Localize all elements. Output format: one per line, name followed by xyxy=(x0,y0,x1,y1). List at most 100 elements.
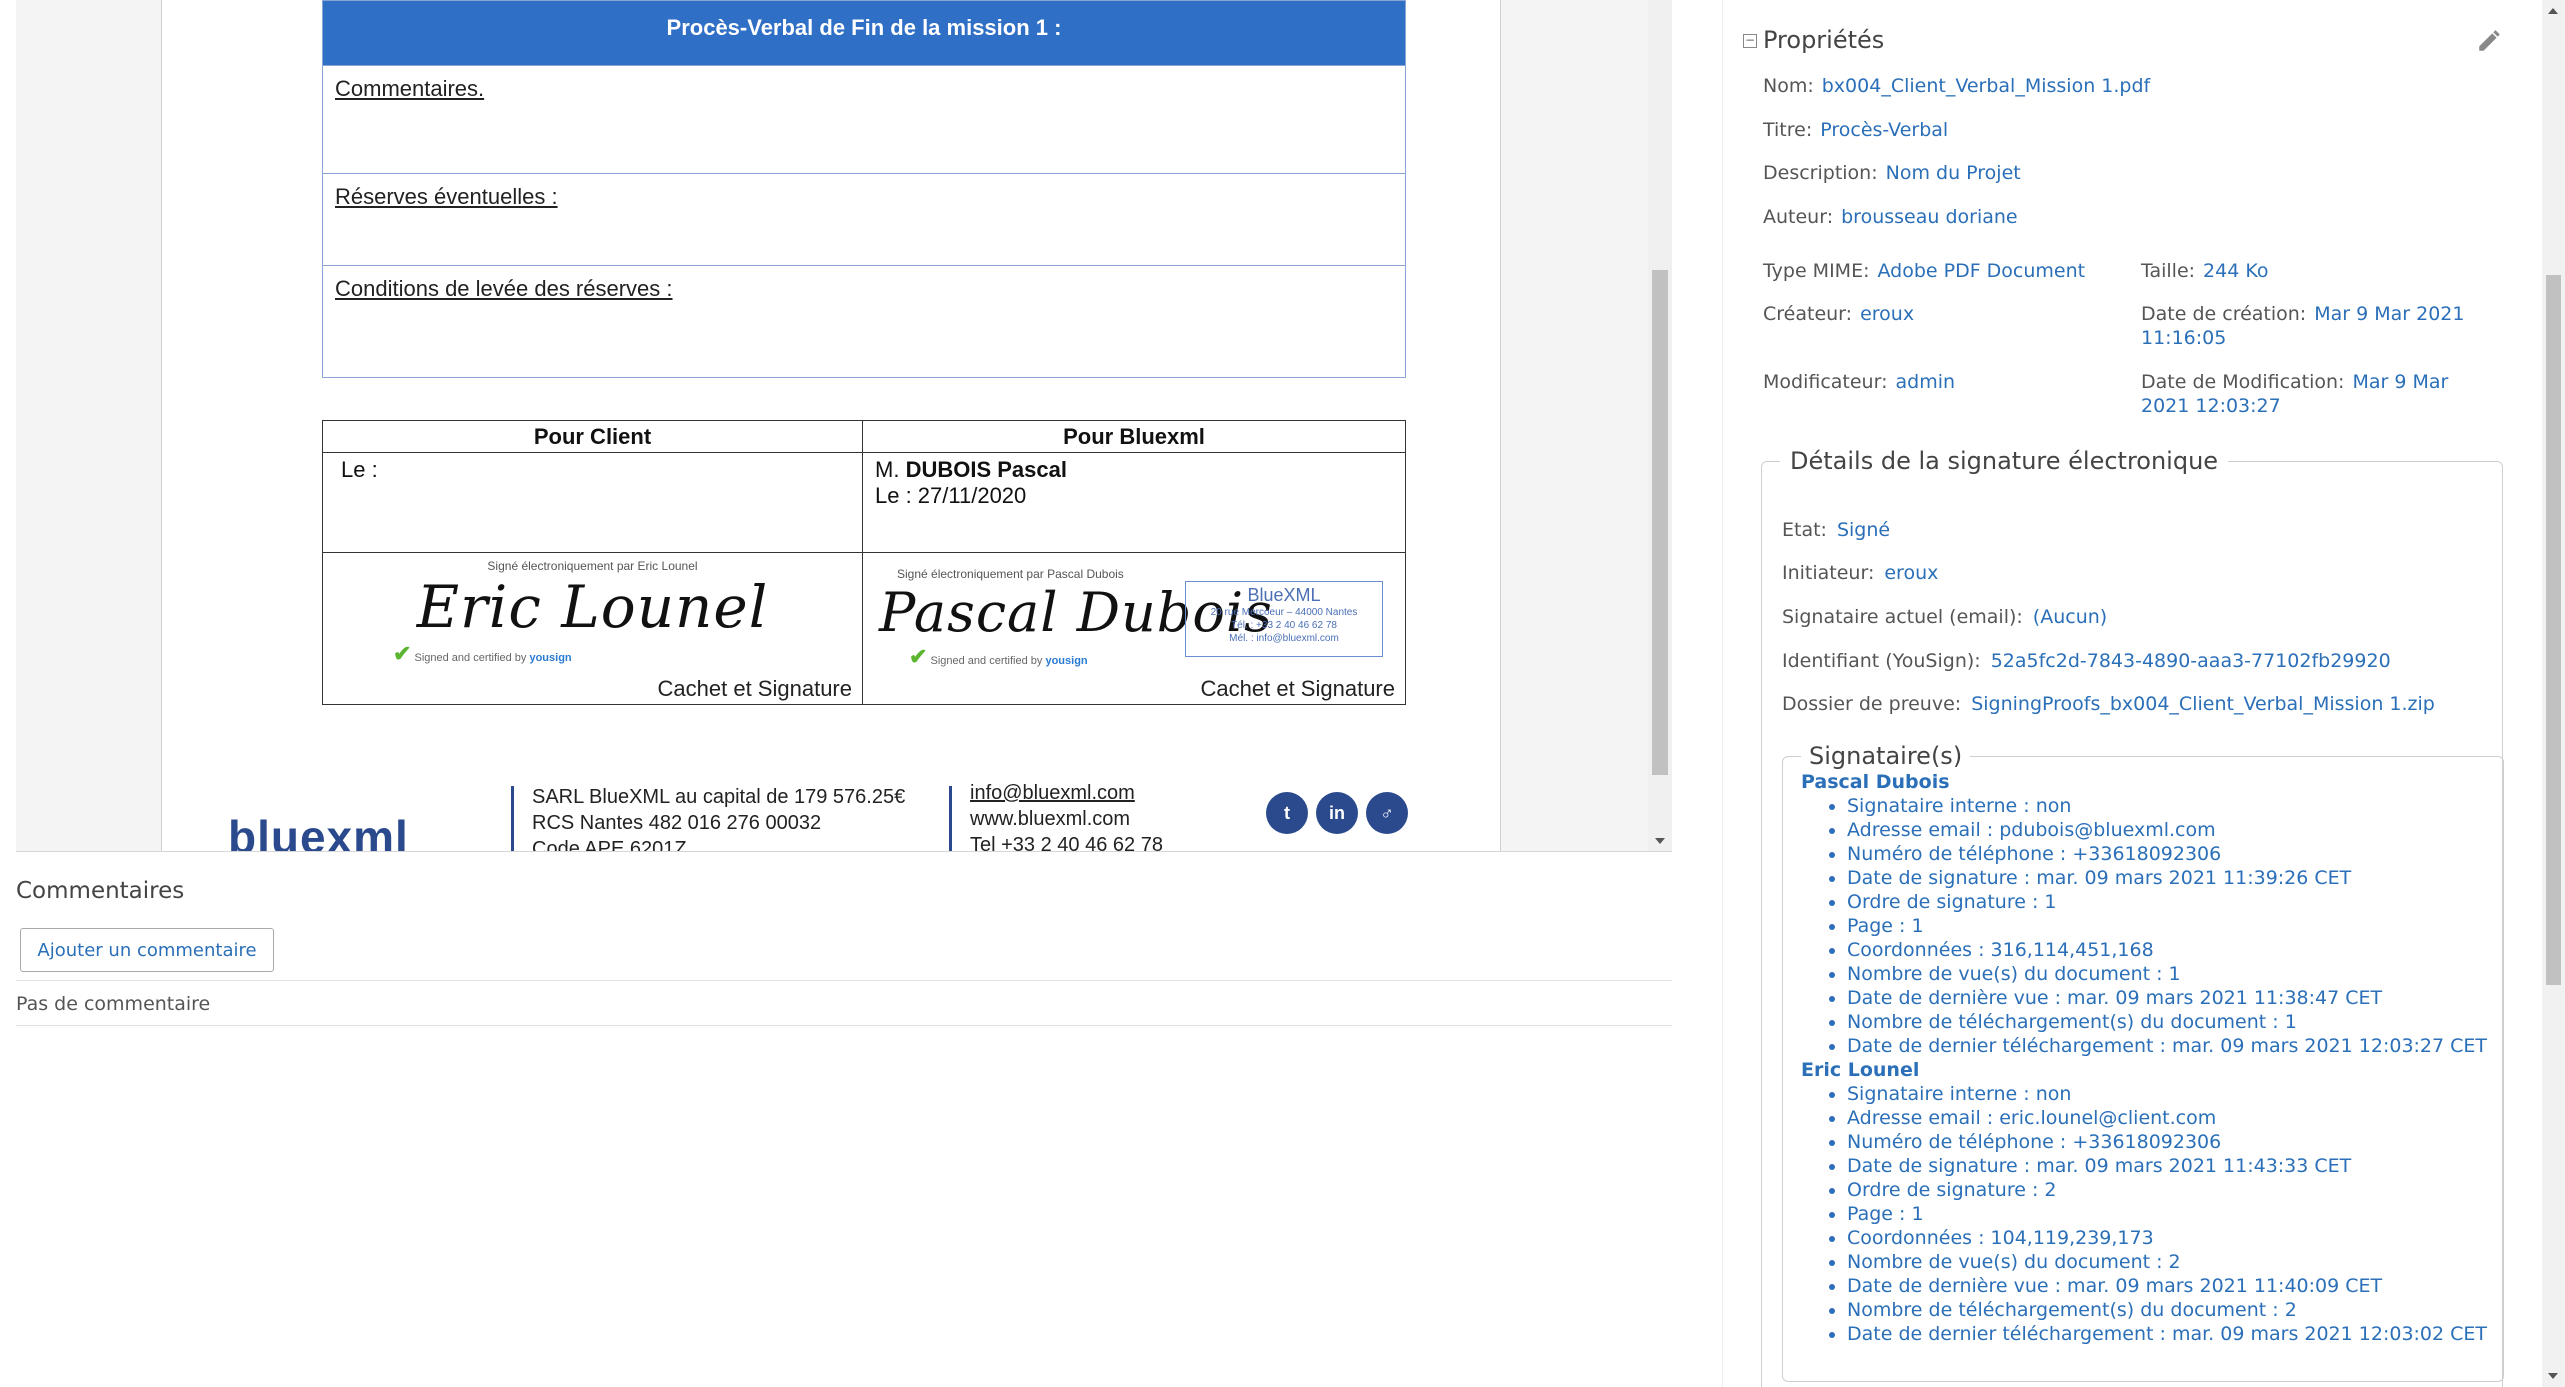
collapse-icon[interactable]: − xyxy=(1743,34,1757,48)
certified-text: Signed and certified by xyxy=(414,652,530,664)
document-footer: bluexml SARL BlueXML au capital de 179 5… xyxy=(162,760,1500,852)
signer-detail: Adresse email : eric.lounel@client.com xyxy=(1847,1106,2503,1130)
prop-createur: Créateur: eroux xyxy=(1763,302,1914,326)
signature-table: Pour Client Pour Bluexml Le : M. DUBOIS … xyxy=(322,420,1406,705)
prop-label: Auteur: xyxy=(1763,206,1834,228)
panel-scroll-thumb[interactable] xyxy=(2546,275,2561,985)
prop-value: Procès-Verbal xyxy=(1820,119,1949,141)
stamp-name: BlueXML xyxy=(1247,585,1321,605)
signer-detail: Numéro de téléphone : +33618092306 xyxy=(1847,842,2503,866)
sig-etat: Etat: Signé xyxy=(1782,519,1890,541)
scroll-down-icon[interactable] xyxy=(2548,1373,2558,1379)
linkedin-icon[interactable]: in xyxy=(1316,792,1358,834)
prop-date-creation: Date de création: Mar 9 Mar 2021 11:16:05 xyxy=(2141,302,2521,350)
signer-detail: Coordonnées : 316,114,451,168 xyxy=(1847,938,2503,962)
comments-divider xyxy=(16,980,1672,981)
pv-row-conditions: Conditions de levée des réserves : xyxy=(323,265,1405,377)
bluexml-logo: bluexml xyxy=(228,811,409,852)
panel-scrollbar[interactable] xyxy=(2542,0,2565,1387)
signer-detail: Nombre de téléchargement(s) du document … xyxy=(1847,1010,2503,1034)
prop-value: Nom du Projet xyxy=(1885,162,2021,184)
signature-details-legend: Détails de la signature électronique xyxy=(1790,447,2219,475)
footer-tel: Tel +33 2 40 46 62 78 xyxy=(970,834,1163,852)
scroll-up-icon[interactable] xyxy=(2548,8,2558,14)
signer-detail: Ordre de signature : 1 xyxy=(1847,890,2503,914)
prop-value: Mar 9 Mar 2021 xyxy=(2314,303,2465,325)
twitter-icon[interactable]: t xyxy=(1266,792,1308,834)
signer-detail: Page : 1 xyxy=(1847,914,2503,938)
client-signature-cell: Signé électroniquement par Eric Lounel E… xyxy=(322,552,863,705)
prop-value: Adobe PDF Document xyxy=(1877,260,2086,282)
properties-panel: − Propriétés Nom: bx004_Client_Verbal_Miss… xyxy=(1722,0,2542,1387)
prop-mime: Type MIME: Adobe PDF Document xyxy=(1763,259,2085,283)
prop-value: eroux xyxy=(1860,303,1915,325)
prop-date-modification: Date de Modification: Mar 9 Mar 2021 12:03… xyxy=(2141,370,2521,418)
col-client: Pour Client xyxy=(322,420,863,453)
prop-value: bx004_Client_Verbal_Mission 1.pdf xyxy=(1821,75,2151,97)
prop-value: 244 Ko xyxy=(2203,260,2269,282)
footer-web: www.bluexml.com xyxy=(970,808,1131,830)
sig-identifiant: Identifiant (YouSign): 52a5fc2d-7843-4890… xyxy=(1782,650,2391,672)
properties-header[interactable]: − Propriétés xyxy=(1743,26,1884,54)
prop-label: Nom: xyxy=(1763,75,1814,97)
signer-details: Signataire interne : non Adresse email :… xyxy=(1847,794,2503,1058)
sig-value: eroux xyxy=(1884,562,1939,584)
prop-label: Modificateur: xyxy=(1763,371,1888,393)
signer-item: Pascal Dubois Signataire interne : non A… xyxy=(1783,770,2503,1058)
sig-dossier: Dossier de preuve: SigningProofs_bx004_Cl… xyxy=(1782,693,2435,715)
bluexml-name: DUBOIS Pascal xyxy=(905,457,1067,482)
preview-scrollbar[interactable] xyxy=(1648,0,1672,851)
signer-detail: Date de dernier téléchargement : mar. 09… xyxy=(1847,1034,2503,1058)
sig-value: 52a5fc2d-7843-4890-aaa3-77102fb29920 xyxy=(1990,650,2391,672)
signer-name: Eric Lounel xyxy=(1801,1059,1920,1081)
sig-signataire-actuel: Signataire actuel (email): (Aucun) xyxy=(1782,606,2107,628)
prop-auteur: Auteur: brousseau doriane xyxy=(1763,205,2018,229)
col-bluexml: Pour Bluexml xyxy=(862,420,1406,453)
client-signature: Eric Lounel xyxy=(416,573,769,641)
comments-divider xyxy=(16,1025,1672,1026)
signer-detail: Page : 1 xyxy=(1847,1202,2503,1226)
bluexml-cachet: Cachet et Signature xyxy=(1200,676,1395,701)
preview-scroll-thumb[interactable] xyxy=(1652,270,1668,775)
sig-label: Initiateur: xyxy=(1782,562,1875,584)
document-preview[interactable]: Procès-Verbal de Fin de la mission 1 : C… xyxy=(16,0,1672,852)
prop-nom: Nom: bx004_Client_Verbal_Mission 1.pdf xyxy=(1763,74,2150,98)
bluexml-signature-cell: Signé électroniquement par Pascal Dubois… xyxy=(862,552,1406,705)
signer-detail: Date de dernière vue : mar. 09 mars 2021… xyxy=(1847,1274,2503,1298)
properties-title: Propriétés xyxy=(1763,26,1885,54)
client-cachet: Cachet et Signature xyxy=(657,676,852,701)
prop-modificateur: Modificateur: admin xyxy=(1763,370,1955,394)
signer-detail: Date de signature : mar. 09 mars 2021 11… xyxy=(1847,866,2503,890)
signer-detail: Signataire interne : non xyxy=(1847,1082,2503,1106)
pv-title: Procès-Verbal de Fin de la mission 1 : xyxy=(323,1,1405,65)
bluexml-name-prefix: M. xyxy=(875,457,906,482)
sig-label: Dossier de preuve: xyxy=(1782,693,1962,715)
prop-label: Créateur: xyxy=(1763,303,1853,325)
pv-row-reserves: Réserves éventuelles : xyxy=(323,173,1405,265)
sig-label: Signataire actuel (email): xyxy=(1782,606,2023,628)
signer-details: Signataire interne : non Adresse email :… xyxy=(1847,1082,2503,1346)
add-comment-button[interactable]: Ajouter un commentaire xyxy=(20,928,274,972)
footer-email-link[interactable]: info@bluexml.com xyxy=(970,780,1163,806)
footer-company-line: Code APE 6201Z xyxy=(532,838,687,852)
pencil-icon[interactable] xyxy=(2476,28,2502,54)
prop-titre: Titre: Procès-Verbal xyxy=(1763,118,1948,142)
signer-detail: Signataire interne : non xyxy=(1847,794,2503,818)
scroll-down-icon[interactable] xyxy=(1655,838,1665,844)
check-icon: ✔ xyxy=(909,644,928,669)
signer-detail: Ordre de signature : 2 xyxy=(1847,1178,2503,1202)
signer-detail: Nombre de téléchargement(s) du document … xyxy=(1847,1298,2503,1322)
client-date: Le : xyxy=(341,457,378,482)
social-icon[interactable]: ♂ xyxy=(1366,792,1408,834)
bluexml-signer: M. DUBOIS Pascal xyxy=(875,457,1393,483)
prop-value: admin xyxy=(1895,371,1956,393)
footer-divider xyxy=(949,786,952,851)
sig-value: (Aucun) xyxy=(2032,606,2108,628)
client-certified: ✔ Signed and certified by yousign xyxy=(393,641,862,667)
pv-table: Procès-Verbal de Fin de la mission 1 : C… xyxy=(322,0,1406,378)
prop-label: Type MIME: xyxy=(1763,260,1870,282)
proof-file-link[interactable]: SigningProofs_bx004_Client_Verbal_Missio… xyxy=(1971,693,2435,715)
client-info-cell: Le : xyxy=(322,452,863,553)
signature-details: Détails de la signature électronique Eta… xyxy=(1761,447,2504,1387)
signer-detail: Adresse email : pdubois@bluexml.com xyxy=(1847,818,2503,842)
